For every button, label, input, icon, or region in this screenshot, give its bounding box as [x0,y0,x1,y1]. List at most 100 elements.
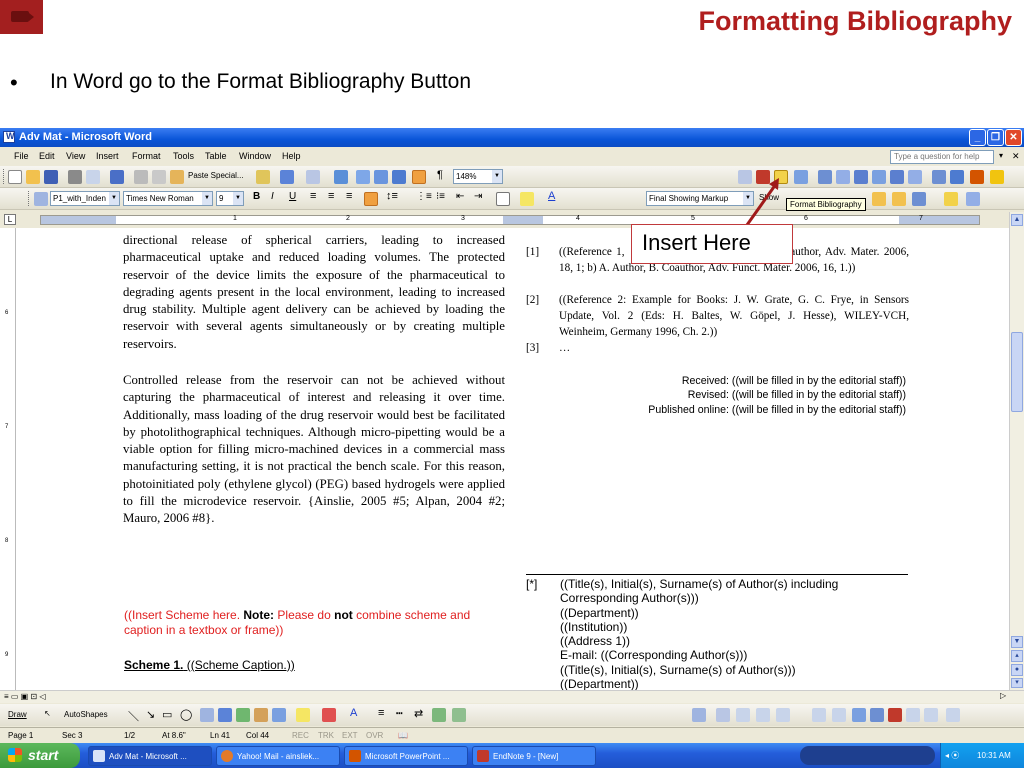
font-combo[interactable]: Times New Roman ▼ [123,191,213,206]
redo-icon[interactable] [306,170,320,184]
previous-page-icon[interactable]: ▴ [1011,650,1023,662]
3d-icon[interactable] [452,708,466,722]
endnote-tool-icon[interactable] [872,170,886,184]
scroll-right-icon[interactable]: ▷ [1000,691,1006,700]
align-left-icon[interactable]: ≡ [310,190,316,202]
endnote-tool-icon[interactable] [716,708,730,722]
open-icon[interactable] [26,170,40,184]
tables-borders-icon[interactable] [356,170,370,184]
new-icon[interactable] [8,170,22,184]
status-ext[interactable]: EXT [342,731,358,740]
zoom-combo[interactable]: 148% ▼ [453,169,503,184]
clipart-icon[interactable] [254,708,268,722]
show-button[interactable]: Show [759,193,779,202]
task-word[interactable]: Adv Mat - Microsoft ... [88,746,212,766]
bold-button[interactable]: B [253,191,260,202]
endnote-tool-icon[interactable] [906,708,920,722]
fill-color-icon[interactable] [296,708,310,722]
tab-selector[interactable]: L [4,214,16,225]
scroll-up-icon[interactable]: ▲ [1011,214,1023,226]
endnote-tool-icon[interactable] [756,708,770,722]
endnote-tool-icon[interactable] [890,170,904,184]
start-button[interactable]: start [0,743,80,768]
copy-icon[interactable] [152,170,166,184]
help-icon[interactable] [990,170,1004,184]
arrow-style-icon[interactable]: ⇄ [414,707,423,720]
endnote-tool-icon[interactable] [908,170,922,184]
vertical-ruler[interactable]: 6 7 8 9 [0,228,16,690]
diagram-icon[interactable] [236,708,250,722]
markup-combo[interactable]: Final Showing Markup ▼ [646,191,754,206]
italic-button[interactable]: I [271,191,274,202]
endnote-tool-icon[interactable] [832,708,846,722]
endnote-tool-icon[interactable] [736,708,750,722]
font-color-icon[interactable]: A [350,707,357,719]
select-browse-icon[interactable]: ● [1011,664,1023,676]
textbox-icon[interactable] [200,708,214,722]
scroll-down-icon[interactable]: ▼ [1011,636,1023,648]
close-doc-icon[interactable]: ✕ [1012,151,1020,162]
document-area[interactable]: directional release of spherical carrier… [16,228,1009,690]
endnote-insert-icon[interactable] [756,170,770,184]
spelling-status-icon[interactable]: 📖 [398,731,408,740]
justify-icon[interactable] [364,192,378,206]
endnote-tool-icon[interactable] [812,708,826,722]
align-center-icon[interactable]: ≡ [328,190,334,202]
draw-menu[interactable]: Draw [8,710,27,719]
pilcrow-icon[interactable]: ¶ [437,169,443,181]
toolbar-grip[interactable] [28,191,30,206]
style-combo[interactable]: P1_with_Inden ▼ [50,191,120,206]
endnote-tool-icon[interactable] [852,708,866,722]
wordart-icon[interactable] [218,708,232,722]
status-ovr[interactable]: OVR [366,731,383,740]
reviewing-pane-icon[interactable] [944,192,958,206]
bullets-icon[interactable]: ⁝≡ [436,191,445,202]
title-bar[interactable]: Adv Mat - Microsoft Word _ ❐ ✕ [0,128,1024,147]
line-color-icon[interactable] [322,708,336,722]
numbering-icon[interactable]: ⋮≡ [416,191,432,202]
arrow-icon[interactable]: ↘ [146,708,155,721]
picture-icon[interactable] [272,708,286,722]
styles-icon[interactable] [34,192,48,206]
autoshapes-menu[interactable]: AutoShapes [64,710,108,719]
menu-table[interactable]: Table [205,151,227,161]
view-buttons[interactable]: ≡ ▭ ▣ ⊡ ◁ [4,692,46,701]
endnote-tool-icon[interactable] [924,708,938,722]
format-bibliography-icon[interactable] [774,170,788,184]
status-rec[interactable]: REC [292,731,309,740]
task-powerpoint[interactable]: Microsoft PowerPoint ... [344,746,468,766]
endnote-tool-icon[interactable] [950,170,964,184]
line-spacing-icon[interactable]: ↕≡ [386,190,398,202]
oval-icon[interactable]: ◯ [180,708,192,721]
paste-icon[interactable] [170,170,184,184]
endnote-tool-icon[interactable] [818,170,832,184]
find-icon[interactable] [738,170,752,184]
insert-table-icon[interactable] [374,170,388,184]
endnote-tool-icon[interactable] [946,708,960,722]
endnote-tool-icon[interactable] [854,170,868,184]
menu-edit[interactable]: Edit [39,151,55,161]
font-size-combo[interactable]: 9 ▼ [216,191,244,206]
align-right-icon[interactable]: ≡ [346,190,352,202]
select-objects-icon[interactable]: ↖ [44,709,51,718]
menu-window[interactable]: Window [239,151,271,161]
question-box[interactable]: Type a question for help [890,150,994,164]
media-player-toolbar[interactable] [800,746,935,765]
print-preview-icon[interactable] [86,170,100,184]
endnote-tool-icon[interactable] [794,170,808,184]
reviewing-icon[interactable] [872,192,886,206]
endnote-tool-icon[interactable] [776,708,790,722]
rectangle-icon[interactable]: ▭ [162,708,172,721]
endnote-tool-icon[interactable] [870,708,884,722]
scroll-thumb[interactable] [1011,332,1023,412]
menu-insert[interactable]: Insert [96,151,119,161]
underline-button[interactable]: U [289,191,296,202]
line-style-icon[interactable]: ≡ [378,707,384,719]
task-endnote[interactable]: EndNote 9 - [New] [472,746,596,766]
line-icon[interactable]: ＼ [128,708,139,724]
save-icon[interactable] [44,170,58,184]
horizontal-scrollbar[interactable]: ≡ ▭ ▣ ⊡ ◁ ▷ [0,690,1024,703]
drawing-icon[interactable] [412,170,426,184]
task-browser[interactable]: Yahoo! Mail - ainsliek... [216,746,340,766]
word-app-icon[interactable] [3,131,15,143]
